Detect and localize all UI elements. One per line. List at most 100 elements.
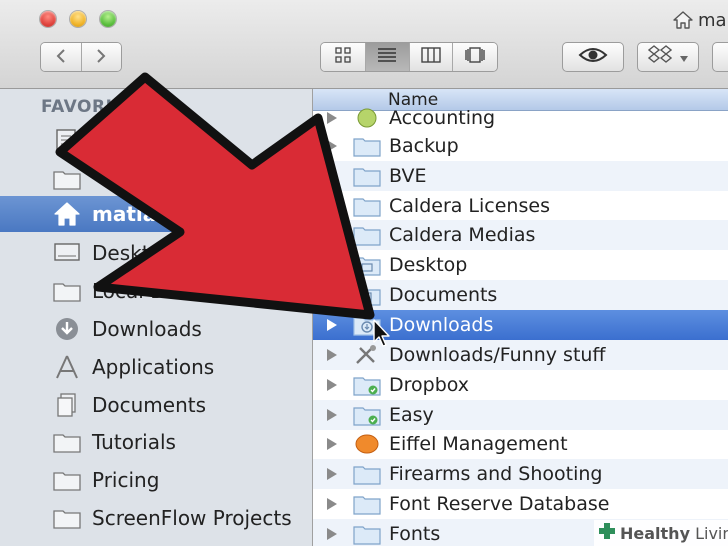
list-item-label: Backup (389, 135, 459, 157)
list-item-label: Dropbox (389, 374, 470, 396)
sidebar-item-label: ScreenFlow Projects (92, 506, 292, 530)
sidebar-item-label: All My Files (92, 129, 203, 153)
list-item-documents[interactable]: Documents (313, 280, 728, 310)
sidebar-item-folder[interactable] (0, 161, 312, 197)
list-item-label: Easy (389, 404, 434, 426)
disclosure-triangle[interactable] (327, 229, 337, 241)
list-item-dropbox[interactable]: Dropbox (313, 370, 728, 400)
list-item-accounting[interactable]: Accounting (313, 103, 728, 133)
home-icon (672, 10, 694, 30)
sidebar-item-desktop[interactable]: Desktop (0, 235, 312, 271)
list-item-label: Caldera Medias (389, 224, 536, 246)
folder-icon (353, 134, 381, 158)
folder-icon (52, 503, 82, 533)
applications-icon (52, 352, 82, 382)
close-window-button[interactable] (40, 11, 56, 27)
sidebar-item-downloads[interactable]: Downloads (0, 311, 312, 347)
sidebar-item-home[interactable]: matia (0, 196, 312, 232)
disclosure-triangle[interactable] (327, 438, 337, 450)
folder-icon (353, 462, 381, 486)
list-item-font-reserve-database[interactable]: Font Reserve Database (313, 489, 728, 519)
list-item-label: Downloads/Funny stuff (389, 344, 606, 366)
watermark-text: Healthy Living (620, 523, 728, 543)
disclosure-triangle[interactable] (327, 200, 337, 212)
disclosure-triangle[interactable] (327, 498, 337, 510)
column-view-icon (421, 47, 441, 67)
list-view-button[interactable] (365, 43, 410, 71)
cover-flow-button[interactable] (453, 43, 497, 71)
folder-icon (52, 164, 82, 194)
list-item-firearms-and-shooting[interactable]: Firearms and Shooting (313, 459, 728, 489)
dropbox-icon (647, 45, 672, 69)
sidebar-item-applications[interactable]: Applications (0, 349, 312, 385)
icon-view-button[interactable] (321, 43, 366, 71)
zoom-window-button[interactable] (100, 11, 116, 27)
sidebar-item-label: Local Backups (92, 279, 234, 303)
list-item-label: Downloads (389, 314, 494, 336)
list-item-desktop[interactable]: Desktop (313, 250, 728, 280)
desktop-icon (52, 238, 82, 268)
quick-look-button[interactable] (562, 42, 624, 72)
list-view-icon (377, 47, 397, 67)
eiffel-icon (353, 432, 381, 456)
list-item-bve[interactable]: BVE (313, 161, 728, 191)
disclosure-triangle[interactable] (327, 259, 337, 271)
icon-view-icon (335, 47, 351, 67)
disclosure-triangle[interactable] (327, 112, 337, 124)
mouse-pointer-icon (373, 319, 390, 347)
disclosure-triangle[interactable] (327, 319, 337, 331)
disclosure-triangle[interactable] (327, 349, 337, 361)
sidebar-item-label: Tutorials (92, 430, 176, 454)
health-cross-icon (598, 522, 616, 544)
sidebar-item-tutorials[interactable]: Tutorials (0, 424, 312, 460)
sidebar-item-all-my-files[interactable]: All My Files (0, 123, 312, 159)
list-item-label: Accounting (389, 107, 496, 129)
accounting-icon (353, 106, 381, 130)
sidebar-item-documents[interactable]: Documents (0, 387, 312, 423)
forward-button[interactable] (81, 43, 121, 71)
sidebar-item-label: Downloads (92, 317, 202, 341)
list-item-label: Firearms and Shooting (389, 463, 603, 485)
back-button[interactable] (41, 43, 82, 71)
disclosure-triangle[interactable] (327, 379, 337, 391)
disclosure-triangle[interactable] (327, 468, 337, 480)
toolbar-overflow-button[interactable] (712, 42, 728, 72)
downloads-icon (52, 314, 82, 344)
disclosure-triangle[interactable] (327, 140, 337, 152)
dropbox-menu-button[interactable] (637, 42, 699, 72)
list-item-caldera-medias[interactable]: Caldera Medias (313, 220, 728, 250)
folder-icon (353, 492, 381, 516)
desktop-folder-icon (353, 253, 381, 277)
folder-icon (52, 427, 82, 457)
list-item-label: BVE (389, 165, 427, 187)
disclosure-triangle[interactable] (327, 409, 337, 421)
column-view-button[interactable] (409, 43, 454, 71)
folder-icon (353, 522, 381, 546)
sidebar-item-label: Documents (92, 393, 207, 417)
home-icon (52, 199, 82, 229)
dropbox-folder-icon (353, 373, 381, 397)
disclosure-triangle[interactable] (327, 289, 337, 301)
minimize-window-button[interactable] (70, 11, 86, 27)
list-item-label: Eiffel Management (389, 433, 568, 455)
list-item-label: Fonts (389, 523, 441, 545)
sidebar: FAVORITES All My Files matia Desktop Loc… (0, 89, 313, 546)
sidebar-item-label: Applications (92, 355, 215, 379)
list-item-backup[interactable]: Backup (313, 131, 728, 161)
disclosure-triangle[interactable] (327, 528, 337, 540)
disclosure-triangle[interactable] (327, 170, 337, 182)
list-item-label: Font Reserve Database (389, 493, 610, 515)
cover-flow-icon (464, 47, 486, 67)
sidebar-item-local-backups[interactable]: Local Backups (0, 273, 312, 309)
list-item-eiffel-management[interactable]: Eiffel Management (313, 429, 728, 459)
sidebar-item-screenflow-projects[interactable]: ScreenFlow Projects (0, 500, 312, 536)
folder-icon (52, 465, 82, 495)
list-item-label: Desktop (389, 254, 468, 276)
chevron-down-icon (679, 48, 689, 67)
list-item-label: Caldera Licenses (389, 195, 550, 217)
list-item-caldera-licenses[interactable]: Caldera Licenses (313, 191, 728, 221)
chevron-right-icon (95, 48, 107, 67)
list-item-easy[interactable]: Easy (313, 400, 728, 430)
sidebar-item-pricing[interactable]: Pricing (0, 462, 312, 498)
healthy-living-watermark: Healthy Living (594, 520, 728, 546)
